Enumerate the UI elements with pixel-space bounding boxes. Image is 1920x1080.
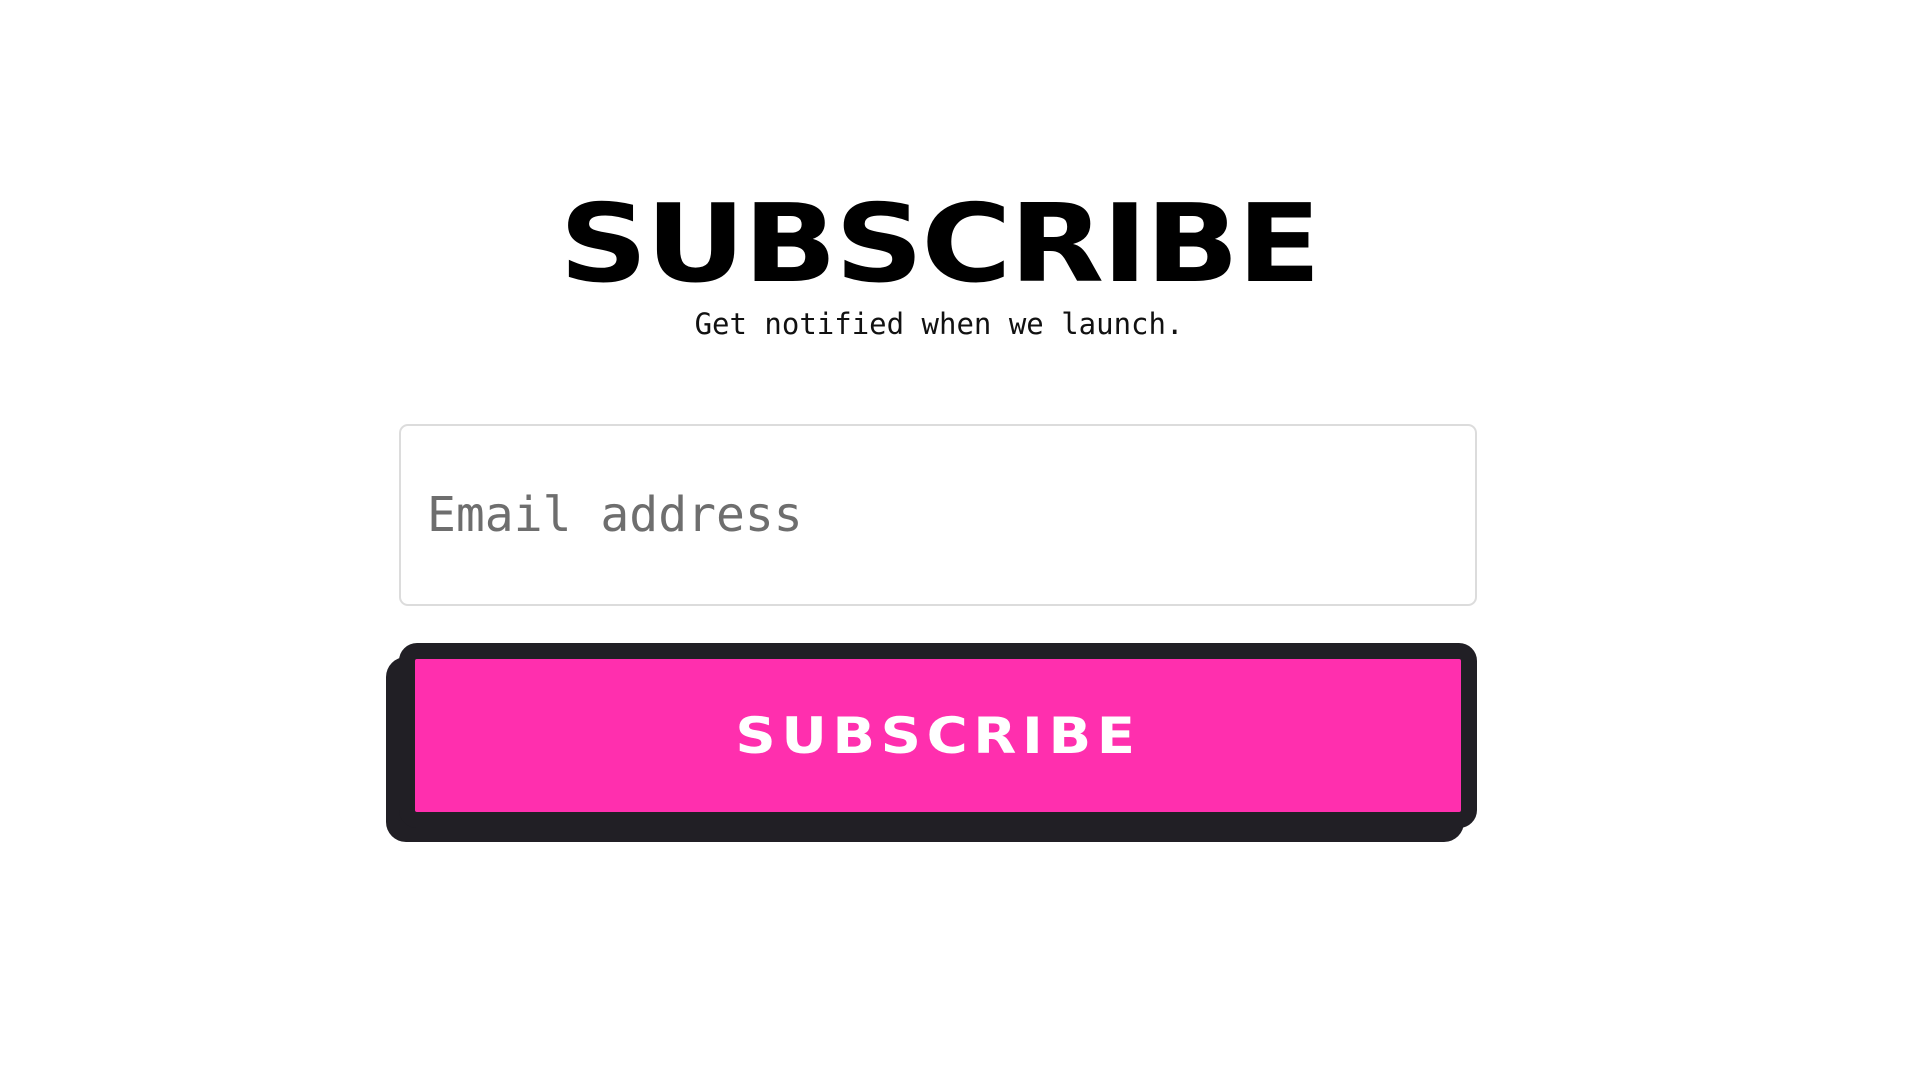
email-input[interactable] bbox=[401, 426, 1475, 604]
subscribe-button[interactable]: SUBSCRIBE bbox=[399, 643, 1477, 828]
page-title: SUBSCRIBE bbox=[559, 182, 1321, 307]
email-field-container bbox=[399, 424, 1477, 606]
subscribe-button-label: SUBSCRIBE bbox=[735, 706, 1141, 765]
subscribe-panel: SUBSCRIBE Get notified when we launch. S… bbox=[386, 190, 1479, 842]
page-subtitle: Get notified when we launch. bbox=[694, 307, 1184, 341]
